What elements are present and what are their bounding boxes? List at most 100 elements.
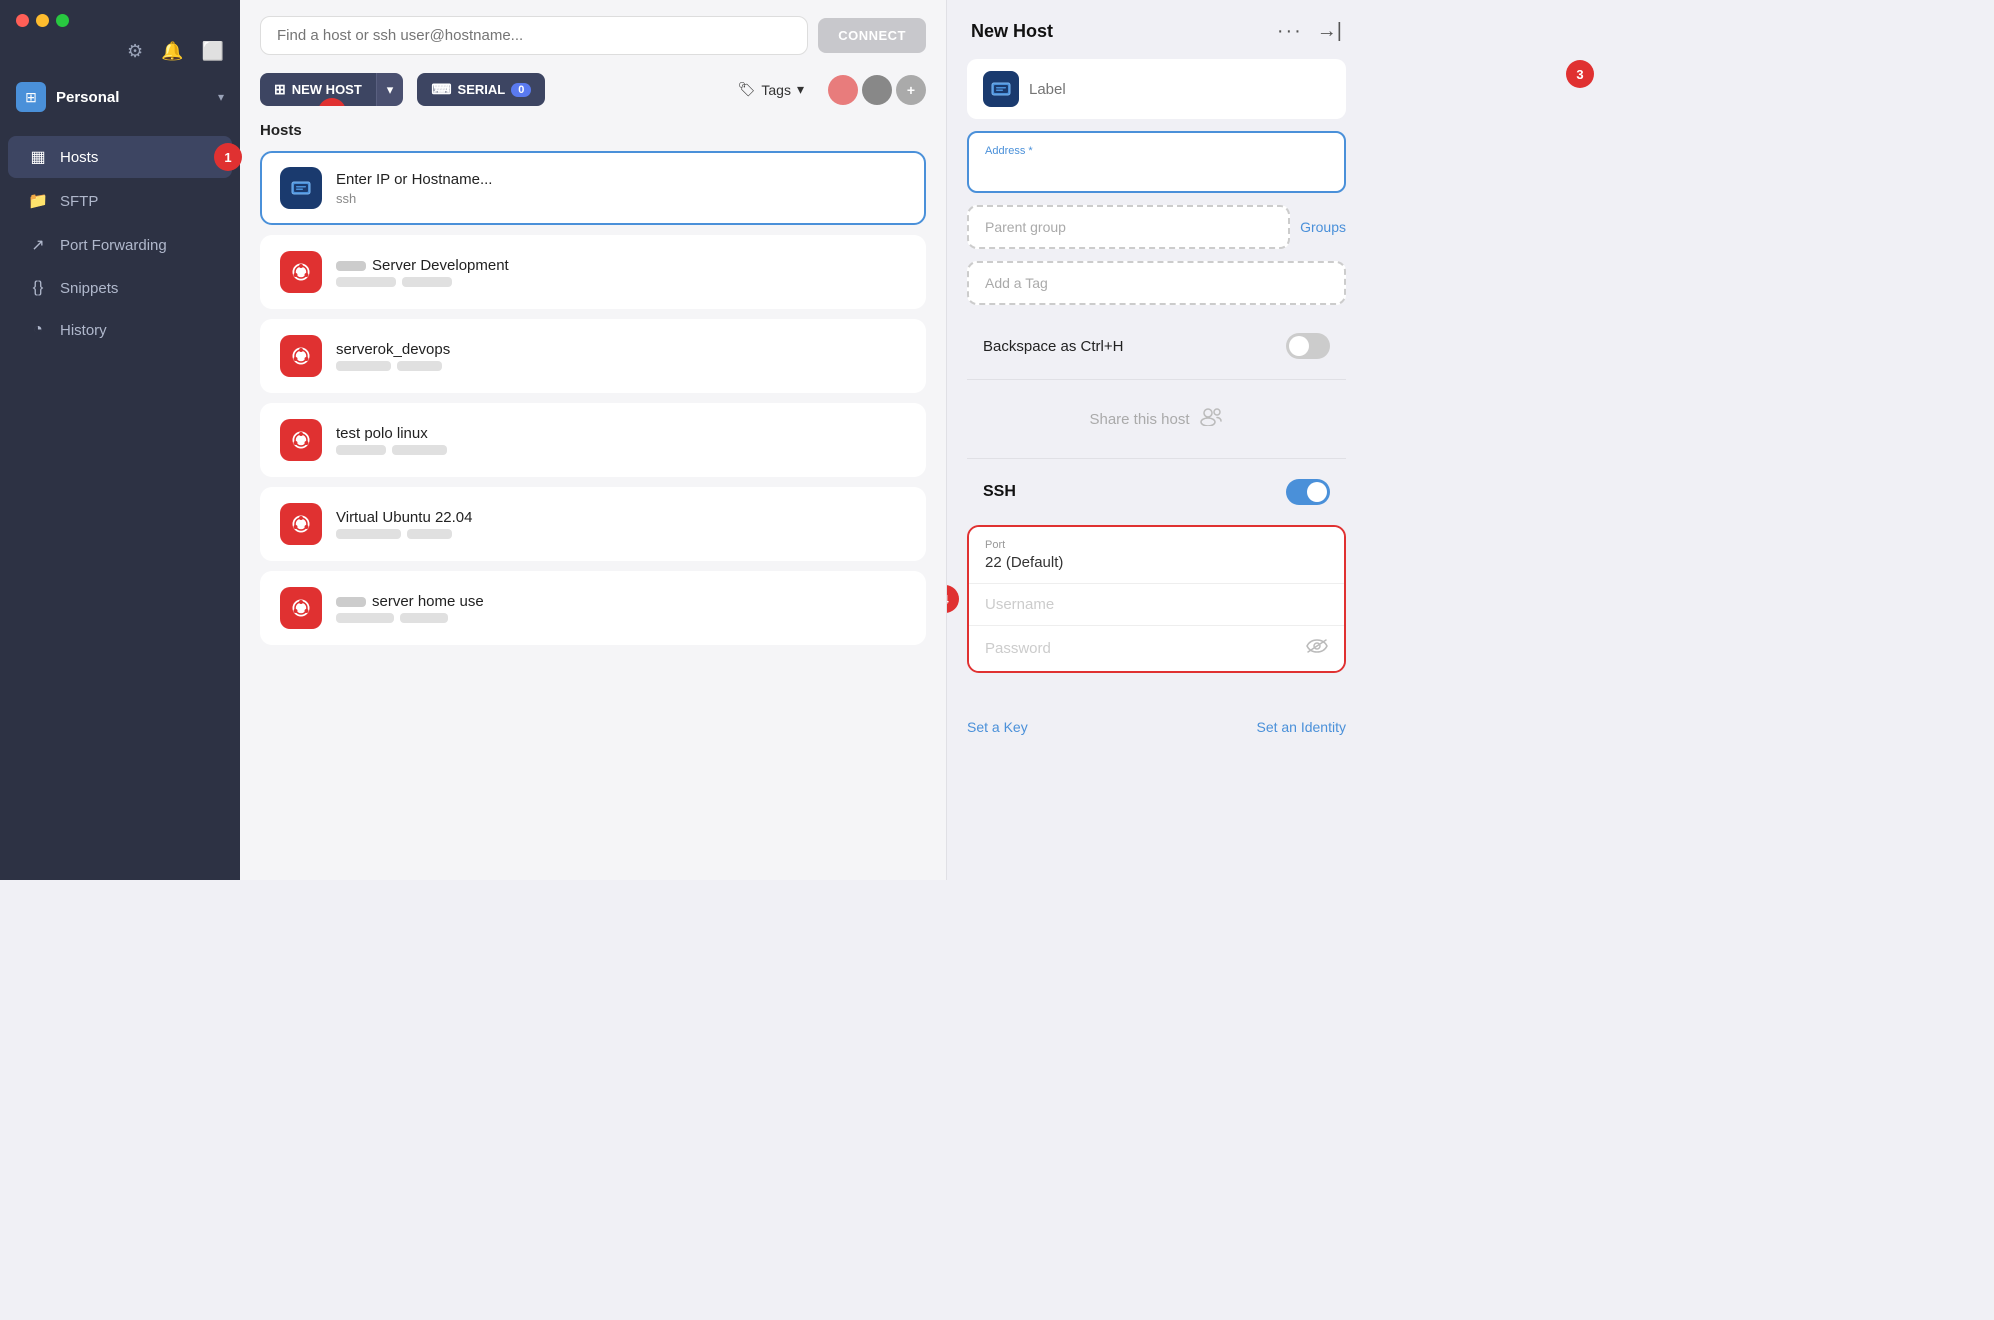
list-item[interactable]: test polo linux [260,403,926,477]
account-icon: ⊞ [16,82,46,112]
bell-icon[interactable]: 🔔 [161,41,183,62]
toggle-knob [1289,336,1309,356]
tags-button[interactable]: 🏷 Tags ▾ [724,73,818,106]
host-type-icon [983,71,1019,107]
host-icon-1 [280,335,322,377]
sidebar-item-hosts[interactable]: ▦ Hosts 1 [8,136,232,178]
right-panel: New Host ··· →| 3 Address * [946,0,1366,880]
serial-count: 0 [511,83,531,97]
share-users-icon [1200,406,1224,432]
new-host-dropdown-button[interactable]: ▾ [376,73,404,106]
main-content: CONNECT ⊞ NEW HOST ▾ 2 ⌨ SERIAL 0 🏷 Tags… [240,0,946,880]
label-section [967,59,1346,119]
sidebar-item-snippets-label: Snippets [60,280,118,297]
backspace-toggle[interactable] [1286,333,1330,359]
sidebar-top-icons: ⚙ 🔔 ⬜ [0,41,240,72]
set-identity-link[interactable]: Set an Identity [1256,719,1346,735]
account-switcher[interactable]: ⊞ Personal ▾ [0,72,240,130]
new-host-protocol: ssh [336,191,906,206]
annotation-4: 4 [946,585,959,613]
ssh-fields-box: Port 22 (Default) Username Password [967,525,1346,673]
sidebar-item-port-forwarding[interactable]: ↗ Port Forwarding [8,224,232,266]
label-input[interactable] [1029,81,1330,98]
new-host-button[interactable]: ⊞ NEW HOST [260,73,376,106]
sidebar-item-history[interactable]: ◔ History [8,310,232,350]
username-placeholder: Username [985,596,1328,613]
new-host-icon: ⊞ [274,81,286,98]
share-section[interactable]: Share this host [967,388,1346,450]
list-item[interactable]: serverok_devops [260,319,926,393]
avatar-group: + [828,75,926,105]
connect-button[interactable]: CONNECT [818,18,926,53]
host-name-3: Virtual Ubuntu 22.04 [336,509,906,526]
maximize-button[interactable] [56,14,69,27]
enter-icon[interactable]: →| [1317,20,1342,43]
list-item[interactable]: server home use [260,571,926,645]
host-address-1 [336,361,906,371]
host-name-0: Server Development [336,257,906,274]
password-row: Password [985,638,1328,659]
host-info-0: Server Development [336,257,906,287]
close-button[interactable] [16,14,29,27]
gear-icon[interactable]: ⚙ [127,41,143,62]
new-host-button-group: ⊞ NEW HOST ▾ 2 [260,73,403,106]
new-host-card-icon [280,167,322,209]
host-info-1: serverok_devops [336,341,906,371]
list-item[interactable]: Virtual Ubuntu 22.04 [260,487,926,561]
groups-link[interactable]: Groups [1300,219,1346,235]
host-address-blur-6 [392,445,447,455]
parent-group-field[interactable]: Parent group [967,205,1290,249]
new-host-card[interactable]: Enter IP or Hostname... ssh [260,151,926,225]
host-icon-4 [280,587,322,629]
traffic-lights [16,14,69,27]
ssh-username-field[interactable]: Username [969,584,1344,626]
share-label: Share this host [1089,411,1189,428]
sidebar-item-port-forwarding-label: Port Forwarding [60,237,167,254]
backspace-label: Backspace as Ctrl+H [983,338,1123,355]
search-wrap [260,16,808,55]
avatar-plus-button[interactable]: + [896,75,926,105]
address-label: Address * [985,145,1328,157]
avatar-2 [862,75,892,105]
sidebar-nav: ▦ Hosts 1 📁 SFTP ↗ Port Forwarding {} Sn… [0,130,240,880]
more-options-icon[interactable]: ··· [1277,20,1303,43]
ssh-password-field[interactable]: Password [969,626,1344,671]
sidebar-item-sftp[interactable]: 📁 SFTP [8,180,232,222]
hosts-section-title: Hosts [260,122,926,139]
host-icon-2 [280,419,322,461]
sidebar-item-snippets[interactable]: {} Snippets [8,268,232,308]
parent-group-placeholder: Parent group [985,219,1066,235]
host-address-blur-9 [336,613,394,623]
serial-button[interactable]: ⌨ SERIAL 0 [417,73,545,106]
ssh-toggle[interactable] [1286,479,1330,505]
hosts-icon: ▦ [28,147,48,167]
list-item[interactable]: Server Development [260,235,926,309]
right-panel-body: Address * Parent group Groups Add a Tag … [947,59,1366,705]
ssh-port-field[interactable]: Port 22 (Default) [969,527,1344,584]
hosts-area: Hosts Enter IP or Hostname... ssh [240,122,946,880]
host-address-blur-3 [336,361,391,371]
host-address-blur-1 [336,277,396,287]
sidebar-item-hosts-label: Hosts [60,149,98,166]
minimize-button[interactable] [36,14,49,27]
port-label: Port [985,539,1328,551]
search-input[interactable] [260,16,808,55]
tag-section[interactable]: Add a Tag [967,261,1346,305]
host-name-1: serverok_devops [336,341,906,358]
divider-2 [967,458,1346,459]
host-name-4: server home use [336,593,906,610]
right-panel-actions: ··· →| [1277,20,1342,43]
address-input[interactable] [985,161,1328,178]
ssh-toggle-knob [1307,482,1327,502]
sftp-icon: 📁 [28,191,48,211]
new-host-placeholder: Enter IP or Hostname... [336,171,906,188]
tags-label: Tags [761,82,791,98]
snippets-icon: {} [28,279,48,297]
eye-slash-icon[interactable] [1306,638,1328,659]
ssh-section: SSH [967,467,1346,517]
terminal-icon[interactable]: ⬜ [202,41,224,62]
host-address-blur-5 [336,445,386,455]
toolbar: ⊞ NEW HOST ▾ 2 ⌨ SERIAL 0 🏷 Tags ▾ + [240,65,946,122]
address-section: Address * [967,131,1346,193]
set-key-link[interactable]: Set a Key [967,719,1028,735]
